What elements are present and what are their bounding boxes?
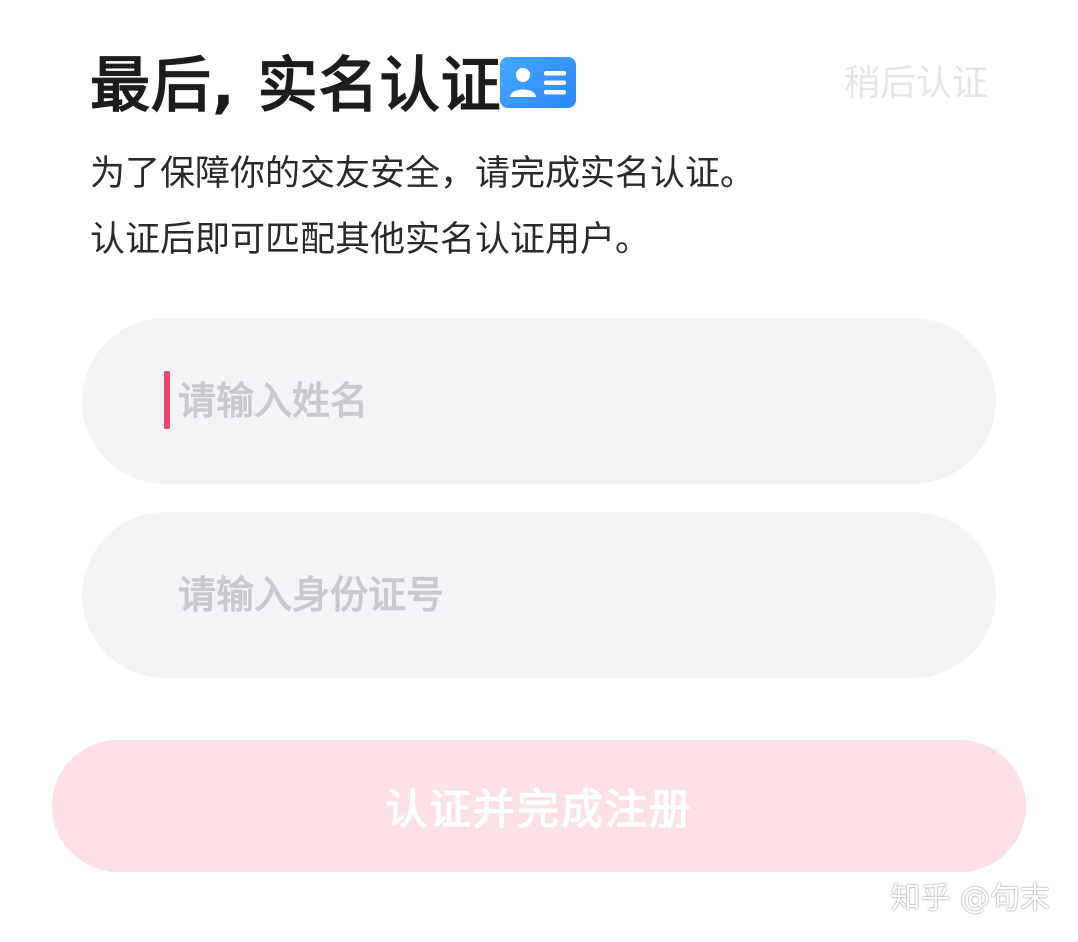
name-input[interactable] (82, 318, 996, 484)
page-title: 最后, 实名认证 (90, 51, 502, 121)
id-number-input[interactable] (82, 512, 996, 678)
verify-and-register-button[interactable]: 认证并完成注册 (52, 740, 1026, 872)
id-card-icon (500, 57, 576, 108)
watermark: 知乎 @句末 (890, 881, 1050, 916)
name-field[interactable] (82, 318, 996, 484)
skip-verification-link[interactable]: 稍后认证 (844, 62, 988, 106)
description-line-2: 认证后即可匹配其他实名认证用户。 (90, 220, 651, 260)
id-number-field[interactable] (82, 512, 996, 678)
description-line-1: 为了保障你的交友安全，请完成实名认证。 (90, 154, 756, 194)
